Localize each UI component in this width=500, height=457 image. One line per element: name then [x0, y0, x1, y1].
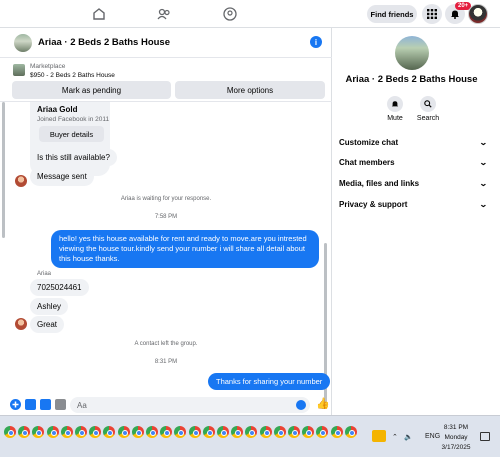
chrome-icon[interactable]: [60, 426, 73, 438]
chat-header: Ariaa · 2 Beds 2 Baths House i: [0, 28, 332, 58]
message-name: Ashley: [30, 298, 69, 315]
listing-thumbnail[interactable]: [13, 64, 25, 76]
bell-icon: [387, 96, 403, 112]
image-icon[interactable]: [25, 399, 36, 410]
search-button[interactable]: Search: [413, 96, 443, 122]
groups-icon[interactable]: [222, 6, 238, 22]
row-label: Chat members: [339, 158, 395, 167]
message-input[interactable]: Aa: [70, 397, 310, 413]
chrome-icon[interactable]: [188, 426, 201, 438]
profile-avatar[interactable]: [468, 4, 488, 24]
chevron-up-icon[interactable]: ⌃: [392, 433, 398, 441]
listing-photo[interactable]: [395, 36, 429, 70]
chrome-icon[interactable]: [46, 426, 59, 438]
timestamp-1: 7:58 PM: [154, 214, 178, 220]
outgoing-reply: hello! yes this house available for rent…: [51, 230, 319, 268]
more-options-button[interactable]: More options: [175, 81, 325, 99]
contact-avatar-2[interactable]: [15, 318, 27, 330]
chat-avatar[interactable]: [14, 33, 32, 52]
chevron-down-icon: ⌄: [479, 200, 489, 209]
marketplace-label: Marketplace: [30, 63, 66, 70]
chevron-down-icon: ⌄: [479, 138, 489, 147]
top-navigation: Find friends 20+: [0, 0, 500, 28]
info-icon[interactable]: i: [310, 36, 322, 48]
emoji-icon[interactable]: [296, 400, 306, 410]
chrome-icon[interactable]: [117, 426, 130, 438]
chrome-icon[interactable]: [273, 426, 286, 438]
chrome-icon[interactable]: [18, 426, 31, 438]
taskbar-clock[interactable]: 8:31 PM Monday 3/17/2025: [436, 423, 476, 453]
buyer-details-button[interactable]: Buyer details: [39, 126, 104, 142]
chrome-icon[interactable]: [217, 426, 229, 438]
mute-button[interactable]: Mute: [380, 96, 410, 122]
row-media-files-links[interactable]: Media, files and links ⌄: [339, 179, 489, 188]
chrome-icon[interactable]: [316, 426, 329, 438]
chrome-icon[interactable]: [231, 426, 244, 438]
outgoing-thanks: Thanks for sharing your number: [208, 373, 331, 390]
row-customize-chat[interactable]: Customize chat ⌄: [339, 138, 489, 147]
message-composer: Aa 👍: [0, 394, 332, 416]
home-icon[interactable]: [91, 6, 107, 22]
panel-title: Ariaa · 2 Beds 2 Baths House: [345, 74, 478, 85]
listing-title[interactable]: $950 - 2 Beds 2 Baths House: [30, 72, 115, 79]
plus-icon[interactable]: [10, 399, 21, 410]
find-friends-button[interactable]: Find friends: [367, 5, 417, 23]
message-phone: 7025024461: [30, 279, 89, 296]
buyer-name: Ariaa Gold: [37, 105, 78, 114]
clock-time: 8:31 PM: [443, 424, 469, 431]
chrome-icon[interactable]: [131, 426, 144, 438]
clock-day: Monday: [444, 434, 468, 441]
row-chat-members[interactable]: Chat members ⌄: [339, 158, 489, 167]
left-group-notice: A contact left the group.: [134, 341, 198, 347]
contact-avatar[interactable]: [15, 175, 27, 187]
message-great: Great: [30, 316, 65, 333]
chevron-down-icon: ⌄: [479, 179, 489, 188]
chrome-icon[interactable]: [259, 426, 272, 438]
row-label: Media, files and links: [339, 179, 420, 188]
like-icon[interactable]: 👍: [316, 399, 330, 410]
timestamp-2: 8:31 PM: [154, 359, 178, 365]
gif-icon[interactable]: [55, 399, 66, 410]
chrome-icon[interactable]: [302, 426, 315, 438]
row-label: Customize chat: [339, 138, 399, 147]
chrome-icon[interactable]: [146, 426, 158, 438]
chrome-icon[interactable]: [89, 426, 102, 438]
search-label: Search: [416, 115, 440, 122]
row-privacy-support[interactable]: Privacy & support ⌄: [339, 200, 489, 209]
message-still-available: Is this still available?: [30, 149, 117, 166]
volume-icon[interactable]: 🔈: [404, 433, 413, 441]
row-label: Privacy & support: [339, 200, 408, 209]
chat-title[interactable]: Ariaa · 2 Beds 2 Baths House: [38, 37, 170, 48]
friends-icon[interactable]: [156, 6, 172, 22]
buyer-joined: Joined Facebook in 2011: [37, 116, 110, 123]
clock-date: 3/17/2025: [441, 444, 471, 451]
chevron-down-icon: ⌄: [479, 158, 489, 167]
chrome-icon[interactable]: [32, 426, 45, 438]
folder-icon[interactable]: [372, 430, 386, 442]
chrome-icon[interactable]: [160, 426, 173, 438]
chrome-icon[interactable]: [202, 426, 215, 438]
menu-button[interactable]: [422, 4, 442, 24]
chat-info-panel: Ariaa · 2 Beds 2 Baths House Mute Search…: [333, 28, 500, 415]
chrome-icon[interactable]: [103, 426, 116, 438]
sender-name: Ariaa: [37, 271, 52, 277]
windows-taskbar: ⌃ 🔈 ENG 8:31 PM Monday 3/17/2025: [0, 415, 500, 457]
chrome-icon[interactable]: [174, 426, 187, 438]
waiting-notice: Ariaa is waiting for your response.: [120, 196, 212, 202]
chrome-icon[interactable]: [344, 426, 357, 438]
chrome-icon[interactable]: [75, 426, 87, 438]
sticker-icon[interactable]: [40, 399, 51, 410]
message-sent: Message sent: [30, 167, 94, 186]
notification-center-icon[interactable]: [480, 432, 490, 441]
grid-icon: [427, 9, 437, 19]
chrome-icon[interactable]: [288, 426, 300, 438]
chrome-icon[interactable]: [330, 426, 343, 438]
chrome-icon[interactable]: [245, 426, 258, 438]
mute-label: Mute: [387, 115, 403, 122]
chrome-icon[interactable]: [4, 426, 16, 438]
mark-pending-button[interactable]: Mark as pending: [12, 81, 171, 99]
bell-icon: [451, 10, 459, 19]
chat-window: Ariaa · 2 Beds 2 Baths House i Marketpla…: [0, 28, 332, 415]
search-icon: [420, 96, 436, 112]
